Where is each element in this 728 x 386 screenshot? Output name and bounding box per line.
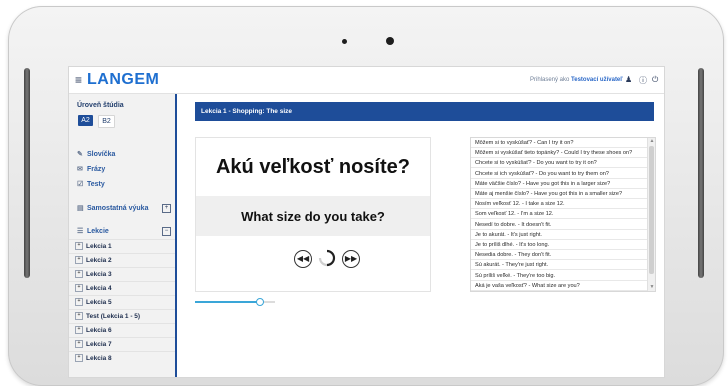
expand-icon: +: [75, 354, 83, 363]
lesson-label: Test (Lekcia 1 - 5): [86, 313, 141, 320]
lesson-item[interactable]: + Lekcia 2: [69, 253, 175, 267]
phrase-row[interactable]: Nesedia dobre. - They don't fit.: [471, 250, 647, 261]
lesson-item[interactable]: + Lekcia 5: [69, 295, 175, 309]
progress-knob[interactable]: [256, 298, 264, 306]
expand-icon: +: [75, 256, 83, 265]
menu-item-label: Samostatná výuka: [87, 205, 149, 212]
phrase-row[interactable]: Sú príliš veľké. - They're too big.: [471, 271, 647, 281]
menu-item-label: Testy: [87, 181, 105, 188]
progress-fill: [195, 301, 259, 303]
top-bar: ≡ LANGEM Prihlasený ako Testovací užívat…: [69, 67, 664, 94]
expand-icon: +: [75, 270, 83, 279]
lesson-label: Lekcia 1: [86, 243, 112, 250]
flashcard-answer: What size do you take?: [241, 209, 385, 224]
flashcard: Akú veľkosť nosíte? What size do you tak…: [195, 137, 431, 292]
app-screen: ≡ LANGEM Prihlasený ako Testovací užívat…: [68, 66, 665, 378]
book-icon: ▤: [77, 205, 84, 212]
menu-item-tests[interactable]: ☑ Testy: [77, 180, 105, 188]
lesson-item[interactable]: + Lekcia 8: [69, 351, 175, 365]
expand-icon: +: [75, 340, 83, 349]
lesson-label: Lekcia 6: [86, 327, 112, 334]
lesson-label: Lekcia 4: [86, 285, 112, 292]
camera-lens: [386, 37, 394, 45]
power-icon[interactable]: ⏻: [652, 75, 658, 85]
lesson-label: Lekcia 2: [86, 257, 112, 264]
app-logo[interactable]: LANGEM: [87, 71, 159, 89]
phrase-row[interactable]: Je to akurát. - It's just right.: [471, 230, 647, 240]
lesson-item[interactable]: + Lekcia 1: [69, 239, 175, 253]
expand-self-study-icon[interactable]: +: [162, 204, 171, 213]
phrase-row[interactable]: Nosím veľkosť 12. - I take a size 12.: [471, 199, 647, 210]
hamburger-menu-icon[interactable]: ≡: [75, 73, 82, 87]
level-button-b2[interactable]: B2: [98, 115, 115, 128]
phrase-row[interactable]: Chcete si ich vyskúšať? - Do you want to…: [471, 169, 647, 179]
menu-item-self-study[interactable]: ▤ Samostatná výuka: [77, 204, 148, 212]
phrase-row[interactable]: Máte aj menšie číslo? - Have you got thi…: [471, 189, 647, 199]
phrase-row[interactable]: Nesedí to dobre. - It doesn't fit.: [471, 220, 647, 230]
pencil-icon: ✎: [77, 151, 83, 158]
lesson-title-bar: Lekcia 1 - Shopping: The size: [195, 102, 654, 121]
lesson-item[interactable]: + Lekcia 4: [69, 281, 175, 295]
phrase-row[interactable]: Máte väčšie číslo? - Have you got this i…: [471, 179, 647, 189]
phrase-row[interactable]: Môžem si to vyskúšať? - Can I try it on?: [471, 138, 647, 148]
lesson-label: Lekcia 5: [86, 299, 112, 306]
phrase-list: ▲ ▼ Môžem si to vyskúšať? - Can I try it…: [470, 137, 656, 292]
level-button-a2[interactable]: A2: [78, 115, 93, 126]
expand-icon: +: [75, 312, 83, 321]
menu-item-phrases[interactable]: ✉ Frázy: [77, 165, 105, 173]
menu-item-label: Lekcie: [87, 228, 109, 235]
lesson-item[interactable]: + Lekcia 3: [69, 267, 175, 281]
expand-icon: +: [75, 326, 83, 335]
lesson-item[interactable]: + Lekcia 6: [69, 323, 175, 337]
phrase-list-scrollbar[interactable]: ▲ ▼: [647, 138, 655, 291]
phrase-row[interactable]: Je to príliš dlhé. - It's too long.: [471, 240, 647, 250]
level-heading: Úroveň štúdia: [77, 102, 124, 109]
chat-icon: ✉: [77, 166, 83, 173]
sidebar: Úroveň štúdia A2 B2 ✎ Slovíčka ✉ Frázy ☑ Te…: [69, 94, 177, 377]
flashcard-answer-band: What size do you take?: [196, 196, 430, 236]
camera-dot: [342, 39, 347, 44]
checkbox-icon: ☑: [77, 181, 84, 188]
scroll-thumb[interactable]: [649, 146, 654, 274]
tablet-side-edge-left: [24, 68, 30, 278]
phrase-row[interactable]: Chcete si to vyskúšať? - Do you want to …: [471, 158, 647, 169]
user-icon[interactable]: ♟: [625, 75, 632, 84]
expand-icon: +: [75, 242, 83, 251]
collapse-lessons-icon[interactable]: −: [162, 227, 171, 236]
login-status: Prihlasený ako Testovací užívateľ: [530, 77, 623, 83]
menu-item-label: Slovíčka: [87, 151, 116, 158]
lesson-label: Lekcia 8: [86, 355, 112, 362]
loading-icon: [318, 249, 336, 267]
menu-item-label: Frázy: [87, 166, 106, 173]
lesson-item[interactable]: + Test (Lekcia 1 - 5): [69, 309, 175, 323]
login-prefix: Prihlasený ako: [530, 77, 570, 83]
phrase-row[interactable]: Aká je vaša veľkosť? - What size are you…: [471, 281, 647, 291]
lesson-item[interactable]: + Lekcia 7: [69, 337, 175, 351]
expand-icon: +: [75, 284, 83, 293]
phrase-row[interactable]: Môžem si vyskúšať tieto topánky? - Could…: [471, 148, 647, 159]
progress-track: [195, 298, 275, 306]
previous-icon[interactable]: ◀◀: [294, 250, 312, 268]
lesson-title: Lekcia 1 - Shopping: The size: [201, 108, 293, 115]
menu-item-lessons[interactable]: ☰ Lekcie: [77, 227, 109, 235]
next-icon[interactable]: ▶▶: [342, 250, 360, 268]
lesson-label: Lekcia 3: [86, 271, 112, 278]
scroll-up-icon[interactable]: ▲: [648, 138, 655, 145]
user-name-link[interactable]: Testovací užívateľ: [571, 77, 623, 83]
flashcard-question: Akú veľkosť nosíte?: [215, 156, 410, 178]
lessons-icon: ☰: [77, 228, 84, 235]
help-icon[interactable]: ⓘ: [639, 75, 647, 86]
tablet-side-edge-right: [698, 68, 704, 278]
menu-item-vocabulary[interactable]: ✎ Slovíčka: [77, 150, 115, 158]
expand-icon: +: [75, 298, 83, 307]
lesson-label: Lekcia 7: [86, 341, 112, 348]
phrase-row[interactable]: Som veľkosť 12. - I'm a size 12.: [471, 209, 647, 220]
phrase-row[interactable]: Sú akurát. - They're just right.: [471, 260, 647, 271]
scroll-down-icon[interactable]: ▼: [648, 284, 655, 291]
